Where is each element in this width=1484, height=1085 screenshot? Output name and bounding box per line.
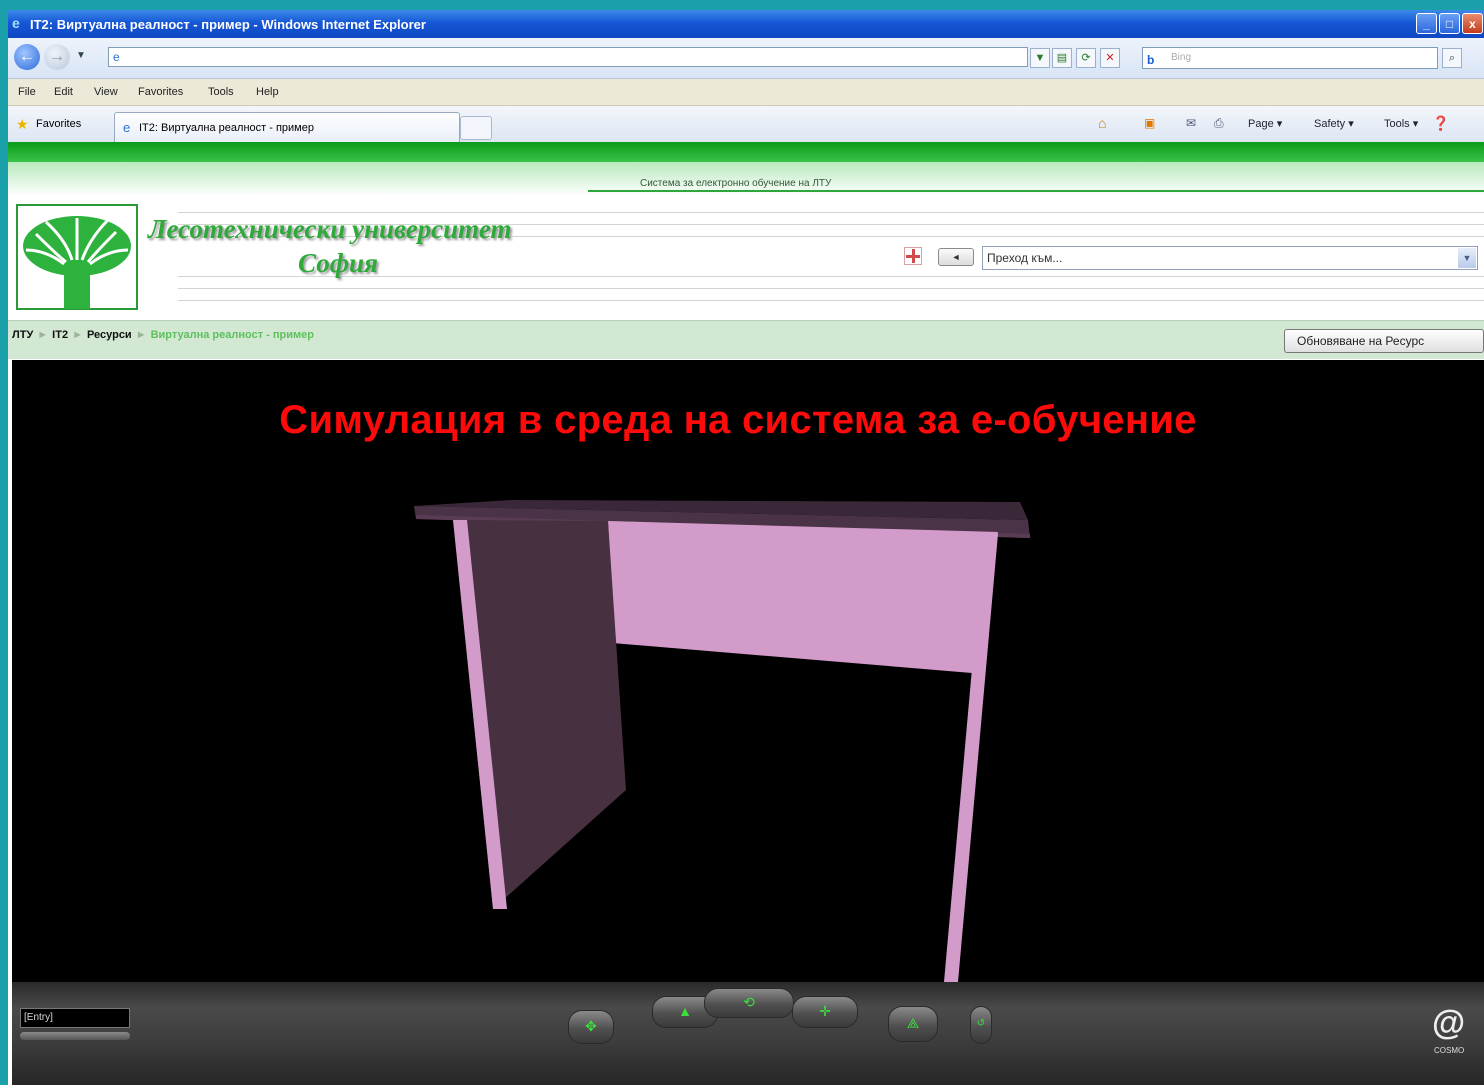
ie-logo-icon: e xyxy=(12,15,20,31)
seek-icon: ⟁ xyxy=(906,1015,920,1031)
stop-icon[interactable]: ✕ xyxy=(1100,48,1120,68)
page-icon: e xyxy=(113,50,120,64)
simulation-title: Симулация в среда на система за е-обучен… xyxy=(279,398,1197,442)
forward-button[interactable]: → xyxy=(44,44,70,70)
chevron-down-icon: ▼ xyxy=(1458,248,1476,268)
university-name: Лесотехнически университет xyxy=(148,214,512,244)
straighten-icon: ↺ xyxy=(976,1018,986,1029)
update-resource-button[interactable]: Обновяване на Ресурс xyxy=(1284,329,1484,353)
menu-bar: File Edit View Favorites Tools Help xyxy=(8,79,1484,106)
tools-menu[interactable]: Tools ▾ xyxy=(1384,117,1418,130)
menu-tools[interactable]: Tools xyxy=(208,86,234,98)
menu-view[interactable]: View xyxy=(94,86,118,98)
viewpoint-entry[interactable]: [Entry] xyxy=(20,1008,130,1028)
menu-help[interactable]: Help xyxy=(256,86,279,98)
refresh-icon[interactable]: ⟳ xyxy=(1076,48,1096,68)
window-title: IT2: Виртуална реалност - пример - Windo… xyxy=(30,17,426,32)
jump-to-select[interactable]: Преход към... ▼ xyxy=(982,246,1478,270)
go-icon: ▲ xyxy=(678,1003,692,1019)
breadcrumb-item-it2[interactable]: IT2 xyxy=(52,329,68,341)
breadcrumb-item-ltu[interactable]: ЛТУ xyxy=(12,329,33,341)
back-button[interactable]: ← xyxy=(14,44,40,70)
address-toolbar: ← → ▼ e ▼ ▤ ⟳ ✕ b Bing ⌕ xyxy=(8,38,1484,79)
menu-edit[interactable]: Edit xyxy=(54,86,73,98)
maximize-button[interactable]: □ xyxy=(1439,13,1460,34)
minimize-button[interactable]: _ xyxy=(1416,13,1437,34)
mail-icon[interactable]: ✉ xyxy=(1186,116,1196,130)
new-tab-button[interactable] xyxy=(460,116,492,140)
pan-icon: ✛ xyxy=(819,1003,831,1019)
browser-window: e IT2: Виртуална реалност - пример - Win… xyxy=(8,10,1484,1085)
zoom-button[interactable]: ✥ xyxy=(568,1010,614,1044)
close-button[interactable]: x xyxy=(1462,13,1483,34)
menu-favorites[interactable]: Favorites xyxy=(138,86,183,98)
vrml-viewer[interactable]: Симулация в среда на система за е-обучен… xyxy=(12,360,1484,1085)
tab-current[interactable]: e IT2: Виртуална реалност - пример xyxy=(114,112,460,142)
cosmo-swirl-icon: @ xyxy=(1432,1004,1466,1042)
previous-button[interactable]: ◄ xyxy=(938,248,974,266)
add-block-icon[interactable] xyxy=(904,247,922,265)
slide-button[interactable]: ✛ xyxy=(792,996,858,1028)
rotate-icon: ⟲ xyxy=(743,994,755,1010)
favorites-button[interactable]: Favorites xyxy=(36,118,81,130)
print-icon[interactable]: ⎙ xyxy=(1214,116,1224,131)
search-input[interactable]: b Bing xyxy=(1142,47,1438,69)
title-bar: e IT2: Виртуална реалност - пример - Win… xyxy=(8,10,1484,38)
safety-menu[interactable]: Safety ▾ xyxy=(1314,117,1354,130)
cosmo-logo: @ COSMO xyxy=(1432,1004,1466,1055)
university-logo xyxy=(16,204,138,312)
ie-page-icon: e xyxy=(123,120,131,135)
breadcrumb-item-current: Виртуална реалност - пример xyxy=(150,329,314,341)
forward-arrow-icon: → xyxy=(49,48,65,65)
undo-button[interactable]: ↺ xyxy=(970,1006,992,1044)
header-green-band xyxy=(8,142,1484,162)
page-menu[interactable]: Page ▾ xyxy=(1248,117,1282,130)
address-dropdown-button[interactable]: ▼ xyxy=(1030,48,1050,68)
address-input[interactable]: e xyxy=(108,47,1028,67)
3d-desk-model[interactable] xyxy=(12,360,1484,982)
favorites-bar: ★ Favorites e IT2: Виртуална реалност - … xyxy=(8,106,1484,143)
web-page: Система за електронно обучение на ЛТУ Ле… xyxy=(8,142,1484,1085)
viewpoint-slider[interactable] xyxy=(20,1032,130,1040)
seek-button[interactable]: ⟁ xyxy=(888,1006,938,1042)
feeds-icon[interactable]: ▣ xyxy=(1144,116,1155,130)
breadcrumb: ЛТУ ► IT2 ► Ресурси ► Виртуална реалност - при… xyxy=(8,320,1484,359)
bing-icon: b xyxy=(1147,53,1155,67)
zoom-icon: ✥ xyxy=(585,1018,597,1034)
search-button[interactable]: ⌕ xyxy=(1442,48,1462,68)
compatibility-view-icon[interactable]: ▤ xyxy=(1052,48,1072,68)
cosmo-player-controls: [Entry] ✥ ▲ ⟲ ✛ ⟁ ↺ @ COSMO xyxy=(12,982,1484,1085)
university-city: София xyxy=(298,248,378,278)
star-icon: ★ xyxy=(16,116,29,132)
rotate-button[interactable]: ⟲ xyxy=(704,988,794,1018)
system-caption: Система за електронно обучение на ЛТУ xyxy=(640,178,832,189)
breadcrumb-item-resources[interactable]: Ресурси xyxy=(87,329,132,341)
history-dropdown-icon[interactable]: ▼ xyxy=(76,50,86,61)
help-icon[interactable]: ❓ xyxy=(1432,115,1449,132)
back-arrow-icon: ← xyxy=(19,48,35,65)
menu-file[interactable]: File xyxy=(18,86,36,98)
home-icon[interactable]: ⌂ xyxy=(1098,115,1106,131)
